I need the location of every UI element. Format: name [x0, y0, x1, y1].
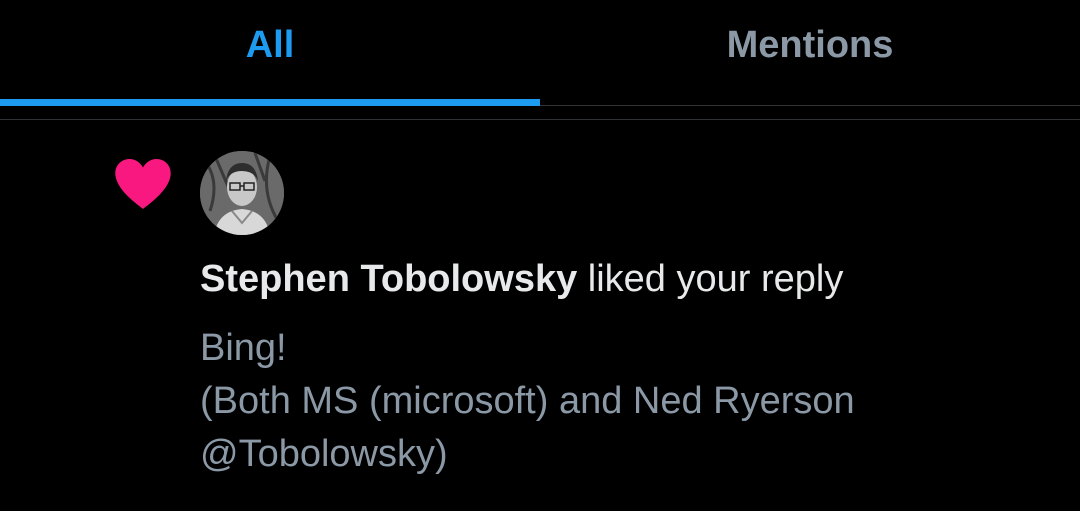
heart-icon — [115, 159, 171, 209]
tab-mentions-label: Mentions — [726, 24, 894, 66]
tab-mentions[interactable]: Mentions — [540, 0, 1080, 104]
action-text: liked your reply — [577, 258, 844, 300]
reply-text: Bing! (Both MS (microsoft) and Ned Ryers… — [200, 322, 855, 481]
reply-line: @Tobolowsky) — [200, 433, 448, 475]
avatar[interactable] — [200, 151, 284, 235]
reply-line: Bing! — [200, 327, 287, 369]
user-name[interactable]: Stephen Tobolowsky — [200, 258, 577, 300]
reply-line: (Both MS (microsoft) and Ned Ryerson — [200, 380, 855, 422]
active-tab-indicator — [0, 99, 540, 106]
avatar-image — [200, 151, 284, 235]
notification-headline: Stephen Tobolowsky liked your reply — [200, 258, 843, 301]
notification-tabs: All Mentions — [0, 0, 1080, 106]
tab-all[interactable]: All — [0, 0, 540, 104]
notification-item[interactable]: Stephen Tobolowsky liked your reply Bing… — [0, 120, 1080, 511]
tab-all-label: All — [245, 24, 295, 66]
